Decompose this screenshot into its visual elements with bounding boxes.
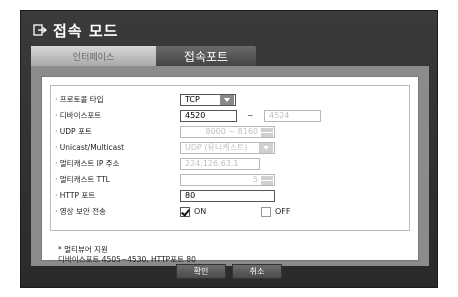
multicast-ip-label: · 멀티캐스트 IP 주소 xyxy=(55,159,120,168)
device-port-value: 4520 xyxy=(185,111,206,120)
tab-bar: 인터페이스 접속포트 xyxy=(31,46,256,66)
chevron-down-icon xyxy=(259,142,273,153)
protocol-value: TCP xyxy=(185,95,200,104)
dialog-header: 접속 모드 xyxy=(33,17,118,43)
checkmark-icon xyxy=(180,206,190,217)
http-port-value: 80 xyxy=(185,191,196,200)
device-port-input[interactable]: 4520 xyxy=(180,109,237,122)
device-port-end-value: 4524 xyxy=(269,111,290,120)
spin-icon xyxy=(261,175,273,185)
chevron-down-icon xyxy=(220,94,234,105)
unicast-select: UDP (유니캐스트) xyxy=(180,141,275,154)
http-port-label: · HTTP 포트 xyxy=(55,191,96,200)
protocol-label: · 프로토콜 타입 xyxy=(55,95,104,104)
unicast-label: · Unicast/Multicast xyxy=(55,143,125,152)
secure-off-label: OFF xyxy=(275,207,291,216)
cancel-button[interactable]: 취소 xyxy=(232,264,282,279)
secure-label: · 영상 보안 전송 xyxy=(55,207,106,216)
multicast-ttl-input: 5 xyxy=(180,173,275,186)
page-title: 접속 모드 xyxy=(53,21,119,40)
spin-icon xyxy=(261,127,273,137)
note: * 멀티뷰어 지원 디바이스포트 4505~4530, HTTP포트 80 xyxy=(58,245,196,265)
protocol-select[interactable]: TCP xyxy=(180,93,236,106)
ok-button[interactable]: 확인 xyxy=(176,264,226,279)
multicast-ttl-label: · 멀티캐스트 TTL xyxy=(55,175,110,184)
settings-form: · 프로토콜 타입 TCP · 디바이스포트 4520 ~ 4524 · UDP… xyxy=(50,85,410,231)
multicast-ip-value: 224.126.63.1 xyxy=(185,159,239,168)
exit-icon[interactable] xyxy=(33,23,47,37)
secure-off-checkbox[interactable]: OFF xyxy=(261,206,291,218)
range-dash: ~ xyxy=(247,111,254,120)
udp-port-input: 8000 ~ 8160 xyxy=(180,125,275,138)
secure-on-label: ON xyxy=(194,207,207,216)
multicast-ttl-value: 5 xyxy=(252,175,258,184)
device-port-end-input: 4524 xyxy=(264,109,321,122)
unicast-value: UDP (유니캐스트) xyxy=(185,143,248,152)
udp-port-label: · UDP 포트 xyxy=(55,127,92,136)
udp-port-value: 8000 ~ 8160 xyxy=(205,127,258,136)
http-port-input[interactable]: 80 xyxy=(180,189,275,202)
multicast-ip-input: 224.126.63.1 xyxy=(180,157,260,170)
secure-on-checkbox[interactable]: ON xyxy=(180,206,206,218)
note-line-1: * 멀티뷰어 지원 xyxy=(58,245,108,254)
settings-panel-inner: · 프로토콜 타입 TCP · 디바이스포트 4520 ~ 4524 · UDP… xyxy=(41,76,419,264)
device-port-label: · 디바이스포트 xyxy=(55,111,102,120)
button-row: 확인 취소 xyxy=(21,264,437,279)
dialog-frame: 접속 모드 인터페이스 접속포트 · 프로토콜 타입 TCP · 디바이스포트 … xyxy=(20,10,438,288)
settings-panel: · 프로토콜 타입 TCP · 디바이스포트 4520 ~ 4524 · UDP… xyxy=(31,66,429,266)
tab-port[interactable]: 접속포트 xyxy=(156,46,256,66)
tab-interface[interactable]: 인터페이스 xyxy=(31,46,156,66)
checkbox-empty-icon xyxy=(261,206,271,217)
